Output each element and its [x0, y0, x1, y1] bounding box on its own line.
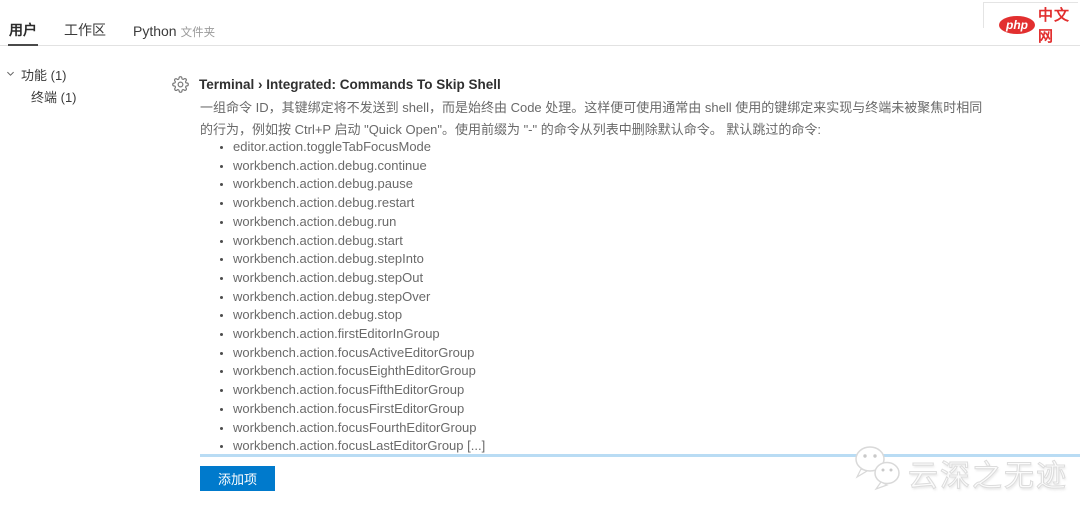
command-list-item: workbench.action.debug.pause: [233, 175, 485, 194]
command-list-item: editor.action.toggleTabFocusMode: [233, 138, 485, 157]
tab-workspace[interactable]: 工作区: [64, 20, 106, 45]
command-list-item: workbench.action.debug.start: [233, 232, 485, 251]
setting-name: Commands To Skip Shell: [339, 77, 501, 92]
setting-title: Terminal › Integrated: Commands To Skip …: [199, 77, 501, 92]
command-list-item: workbench.action.debug.stepOut: [233, 269, 485, 288]
php-logo-badge: php: [999, 16, 1035, 34]
wechat-icon: [850, 442, 908, 503]
command-list-item: workbench.action.focusEighthEditorGroup: [233, 362, 485, 381]
add-item-button[interactable]: 添加项: [200, 466, 275, 491]
command-list-item: workbench.action.focusFourthEditorGroup: [233, 419, 485, 438]
setting-description: 一组命令 ID，其键绑定将不发送到 shell，而是始终由 Code 处理。这样…: [200, 100, 983, 137]
command-list-item: workbench.action.debug.restart: [233, 194, 485, 213]
tab-user[interactable]: 用户: [8, 20, 38, 46]
command-list-item: workbench.action.debug.stepInto: [233, 250, 485, 269]
tab-python-folder[interactable]: Python 文件夹: [133, 23, 215, 45]
chevron-down-icon: [5, 67, 16, 82]
toc-item-features[interactable]: 功能 (1): [0, 64, 77, 84]
command-list-item: workbench.action.focusFifthEditorGroup: [233, 381, 485, 400]
command-list-item: workbench.action.debug.stop: [233, 306, 485, 325]
watermark-text: 云深之无迹: [908, 459, 1068, 493]
tab-python-label: Python: [133, 23, 177, 39]
setting-category: Terminal › Integrated:: [199, 77, 340, 92]
settings-scope-tabbar: 用户 工作区 Python 文件夹: [0, 21, 1080, 46]
command-list-item: workbench.action.focusFirstEditorGroup: [233, 400, 485, 419]
command-list: editor.action.toggleTabFocusModeworkbenc…: [200, 138, 485, 456]
toc-item-terminal[interactable]: 终端 (1): [0, 87, 77, 107]
setting-header: Terminal › Integrated: Commands To Skip …: [172, 76, 501, 93]
php-logo-text: 中文网: [1038, 7, 1071, 45]
command-list-item: workbench.action.firstEditorInGroup: [233, 325, 485, 344]
toc-terminal-label: 终端 (1): [31, 90, 77, 105]
command-list-item: workbench.action.debug.stepOver: [233, 288, 485, 307]
command-list-item: workbench.action.focusActiveEditorGroup: [233, 344, 485, 363]
toc-features-label: 功能 (1): [21, 67, 67, 83]
settings-toc: 功能 (1) 终端 (1): [0, 64, 77, 107]
tab-folder-suffix: 文件夹: [180, 27, 216, 39]
watermark: 云深之无迹: [850, 442, 1068, 503]
php-cn-logo: php 中文网: [999, 4, 1080, 46]
gear-icon[interactable]: [172, 76, 189, 93]
command-list-item: workbench.action.debug.run: [233, 213, 485, 232]
command-list-item: workbench.action.debug.continue: [233, 157, 485, 176]
